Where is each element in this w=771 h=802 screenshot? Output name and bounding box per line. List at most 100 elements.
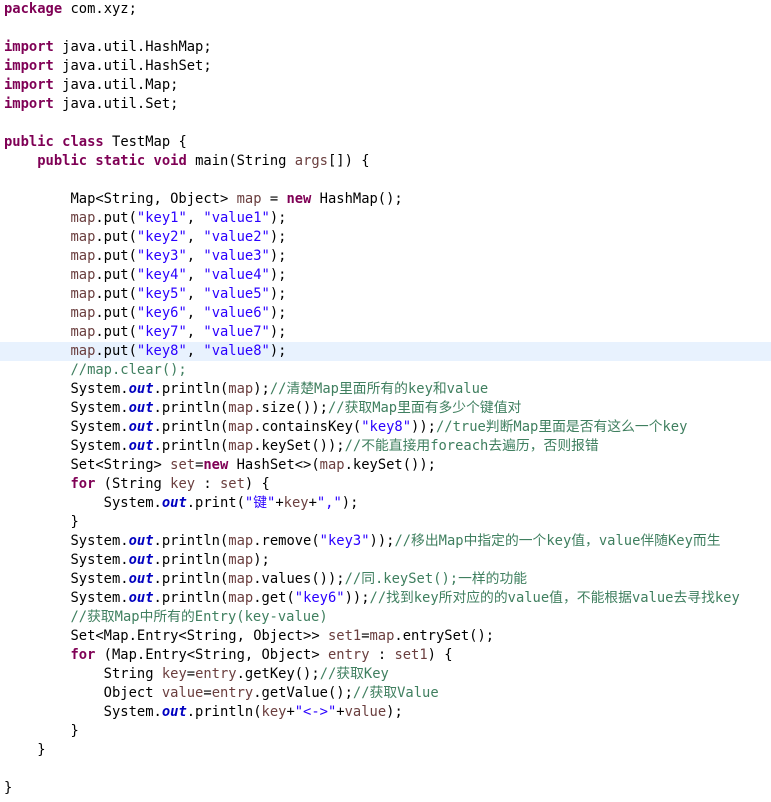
keyword-token: for	[70, 476, 96, 492]
string-literal: "key2"	[136, 229, 187, 245]
code-text: .containsKey(	[253, 419, 362, 435]
code-text: }	[4, 723, 79, 739]
code-line[interactable]: System.out.println(map);	[0, 551, 771, 570]
code-text: .size());	[253, 400, 328, 416]
code-text: }	[4, 742, 46, 758]
code-line[interactable]: System.out.println(map.containsKey("key8…	[0, 418, 771, 437]
code-line[interactable]: System.out.println(map.keySet());//不能直接用…	[0, 437, 771, 456]
code-text: String	[4, 666, 162, 682]
code-text: .println(	[153, 400, 229, 416]
keyword-token: static	[95, 153, 146, 169]
code-line[interactable]: }	[0, 513, 771, 532]
code-line[interactable]: import java.util.Map;	[0, 76, 771, 95]
code-text: System.	[4, 438, 129, 454]
code-text: }	[4, 780, 13, 796]
variable-token: entry	[195, 666, 237, 682]
code-text: =	[261, 191, 287, 207]
code-line[interactable]: }	[0, 741, 771, 760]
code-line[interactable]: map.put("key7", "value7");	[0, 323, 771, 342]
code-line[interactable]: System.out.print("键"+key+",");	[0, 494, 771, 513]
code-text: HashMap();	[311, 191, 403, 207]
code-line[interactable]: map.put("key2", "value2");	[0, 228, 771, 247]
code-line[interactable]: for (String key : set) {	[0, 475, 771, 494]
code-text: ,	[186, 343, 204, 359]
variable-token: map	[70, 343, 96, 359]
code-text: System.	[4, 381, 129, 397]
variable-token: map	[228, 400, 254, 416]
code-text: .put(	[95, 210, 137, 226]
current-code-line[interactable]: map.put("key8", "value8");	[0, 342, 771, 361]
code-line[interactable]: }	[0, 779, 771, 798]
code-line[interactable]: //map.clear();	[0, 361, 771, 380]
variable-token: map	[228, 571, 254, 587]
code-text: ,	[186, 267, 204, 283]
code-text: System.	[4, 552, 129, 568]
code-text: +	[336, 704, 345, 720]
code-line[interactable]: map.put("key3", "value3");	[0, 247, 771, 266]
keyword-token: package	[4, 1, 63, 17]
code-text: java.util.HashMap;	[53, 39, 212, 55]
code-line[interactable]: Set<String> set=new HashSet<>(map.keySet…	[0, 456, 771, 475]
code-line[interactable]: map.put("key4", "value4");	[0, 266, 771, 285]
variable-token: map	[70, 229, 96, 245]
code-line[interactable]: Object value=entry.getValue();//获取Value	[0, 684, 771, 703]
code-line[interactable]: package com.xyz;	[0, 0, 771, 19]
code-line[interactable]	[0, 760, 771, 779]
code-line[interactable]: String key=entry.getKey();//获取Key	[0, 665, 771, 684]
code-line[interactable]: public class TestMap {	[0, 133, 771, 152]
code-text: .put(	[95, 286, 137, 302]
code-comment: //同.keySet();一样的功能	[344, 571, 528, 587]
code-line[interactable]: System.out.println(map);//清楚Map里面所有的key和…	[0, 380, 771, 399]
code-line[interactable]: System.out.println(map.get("key6"));//找到…	[0, 589, 771, 608]
code-line[interactable]: import java.util.Set;	[0, 95, 771, 114]
code-text: );	[269, 343, 287, 359]
string-literal: "value4"	[203, 267, 270, 283]
code-text: :	[195, 476, 220, 492]
code-line[interactable]: Map<String, Object> map = new HashMap();	[0, 190, 771, 209]
code-line[interactable]: Set<Map.Entry<String, Object>> set1=map.…	[0, 627, 771, 646]
variable-token: map	[228, 552, 254, 568]
code-line[interactable]: public static void main(String args[]) {	[0, 152, 771, 171]
code-editor[interactable]: package com.xyz; import java.util.HashMa…	[0, 0, 771, 802]
keyword-token: import	[4, 58, 54, 74]
code-text: ));	[411, 419, 436, 435]
code-line[interactable]: for (Map.Entry<String, Object> entry : s…	[0, 646, 771, 665]
variable-token: entry	[211, 685, 254, 701]
code-line[interactable]: //获取Map中所有的Entry(key-value)	[0, 608, 771, 627]
code-line[interactable]: System.out.println(map.values());//同.key…	[0, 570, 771, 589]
code-text: );	[386, 704, 403, 720]
code-line[interactable]: }	[0, 722, 771, 741]
code-line[interactable]	[0, 171, 771, 190]
code-line[interactable]	[0, 19, 771, 38]
code-comment: //获取Map中所有的Entry(key-value)	[70, 609, 328, 625]
variable-token: map	[228, 419, 254, 435]
code-line[interactable]: System.out.println(key+"<->"+value);	[0, 703, 771, 722]
keyword-token: new	[203, 457, 229, 473]
code-text: System.	[4, 533, 129, 549]
string-literal: "value8"	[203, 343, 270, 359]
code-line[interactable]: map.put("key6", "value6");	[0, 304, 771, 323]
string-literal: "key5"	[136, 286, 187, 302]
keyword-token: import	[4, 96, 54, 112]
code-line[interactable]: System.out.println(map.remove("key3"));/…	[0, 532, 771, 551]
code-line[interactable]	[0, 114, 771, 133]
code-text: +	[308, 495, 317, 511]
code-text: );	[269, 229, 287, 245]
code-line[interactable]: import java.util.HashSet;	[0, 57, 771, 76]
code-text: }	[4, 514, 79, 530]
code-line[interactable]: map.put("key5", "value5");	[0, 285, 771, 304]
static-field-token: out	[128, 381, 154, 397]
code-line[interactable]: import java.util.HashMap;	[0, 38, 771, 57]
code-text: .keySet());	[253, 438, 345, 454]
code-text: .println(	[186, 704, 262, 720]
code-line[interactable]: map.put("key1", "value1");	[0, 209, 771, 228]
code-text: .put(	[95, 343, 137, 359]
code-text: .println(	[153, 381, 229, 397]
static-field-token: out	[128, 590, 154, 606]
code-line[interactable]: System.out.println(map.size());//获取Map里面…	[0, 399, 771, 418]
code-text: .remove(	[253, 533, 320, 549]
